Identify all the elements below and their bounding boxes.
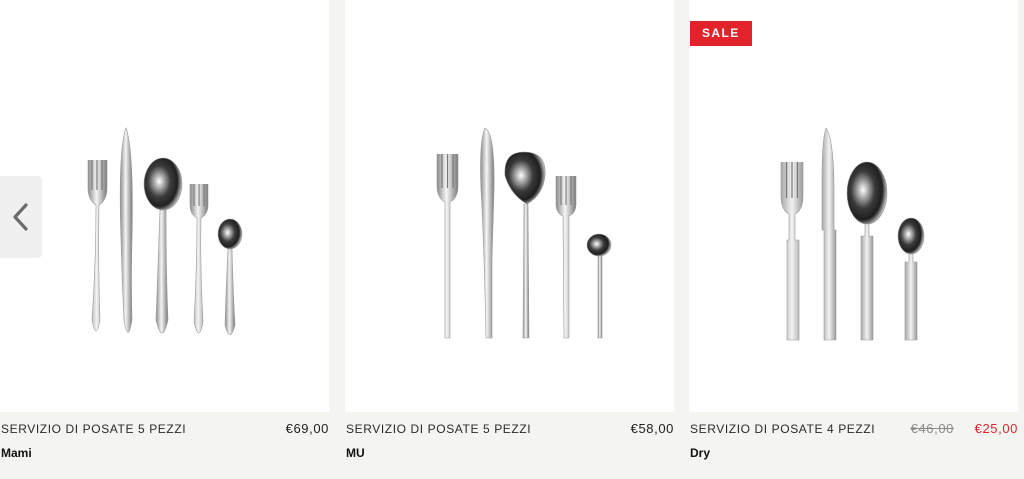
product-name[interactable]: Mami: [1, 446, 32, 460]
product-image[interactable]: [689, 0, 1018, 412]
product-subtitle: SERVIZIO DI POSATE 5 PEZZI: [1, 422, 187, 436]
sale-badge: SALE: [690, 21, 752, 46]
product-image[interactable]: [345, 0, 674, 412]
product-original-price: €46,00: [910, 421, 954, 436]
chevron-left-icon: [13, 203, 28, 231]
product-image[interactable]: [0, 0, 329, 412]
product-subtitle: SERVIZIO DI POSATE 5 PEZZI: [346, 422, 532, 436]
product-price: €58,00: [630, 421, 674, 436]
product-carousel: SERVIZIO DI POSATE 5 PEZZI €69,00 Mami S…: [0, 0, 1024, 479]
product-card[interactable]: SERVIZIO DI POSATE 5 PEZZI €58,00 MU: [345, 0, 674, 479]
product-card[interactable]: SALE SERVIZIO DI POSATE 4 PEZZI €46,00 €…: [689, 0, 1018, 479]
carousel-prev-button[interactable]: [0, 176, 42, 258]
product-card[interactable]: SERVIZIO DI POSATE 5 PEZZI €69,00 Mami: [0, 0, 329, 479]
product-name[interactable]: MU: [346, 446, 365, 460]
cutlery-set-icon: [436, 127, 612, 339]
product-name[interactable]: Dry: [690, 446, 710, 460]
product-price: €69,00: [285, 421, 329, 436]
product-subtitle: SERVIZIO DI POSATE 4 PEZZI: [690, 422, 876, 436]
product-sale-price: €25,00: [974, 421, 1018, 436]
cutlery-set-icon: [87, 127, 243, 335]
cutlery-set-icon: [780, 127, 925, 341]
